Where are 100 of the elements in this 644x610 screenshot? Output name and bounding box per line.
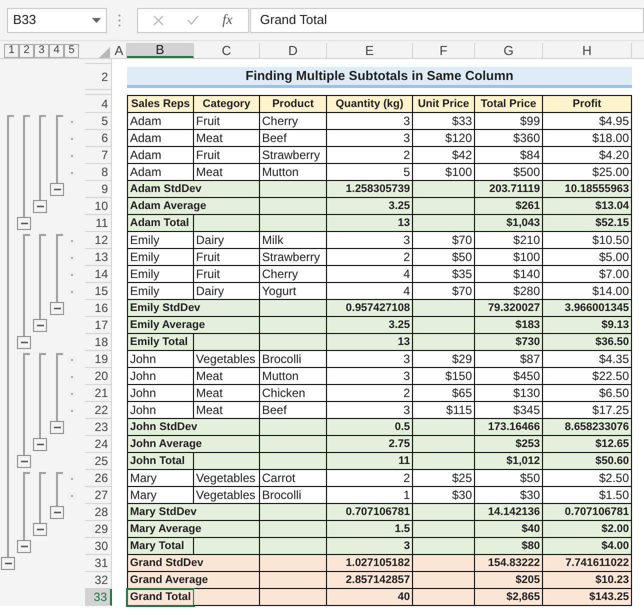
- table-cell: [260, 453, 327, 470]
- collapse-button[interactable]: [50, 302, 64, 315]
- row-header[interactable]: 22: [85, 402, 112, 419]
- table-cell: [260, 521, 327, 538]
- row-header[interactable]: 2: [85, 64, 112, 90]
- table-cell: Fruit: [194, 113, 260, 130]
- more-options-icon[interactable]: [118, 14, 121, 26]
- table-cell: [194, 589, 260, 606]
- table-cell: Meat: [194, 368, 260, 385]
- row-header[interactable]: 31: [85, 555, 112, 572]
- collapse-button[interactable]: [17, 540, 31, 553]
- row-header[interactable]: 23: [85, 419, 112, 436]
- column-header[interactable]: C: [194, 43, 260, 58]
- row-header[interactable]: 13: [85, 249, 112, 266]
- row-header[interactable]: 27: [85, 487, 112, 504]
- row-header[interactable]: 30: [85, 538, 112, 555]
- row-header[interactable]: 4: [85, 95, 112, 113]
- column-header[interactable]: H: [543, 43, 632, 58]
- table-cell: [194, 538, 260, 555]
- row-header[interactable]: 18: [85, 334, 112, 351]
- table-cell: $210: [475, 232, 543, 249]
- table-cell: Meat: [194, 402, 260, 419]
- row-header[interactable]: 33: [85, 589, 112, 606]
- outline-level-button[interactable]: 3: [34, 44, 49, 58]
- table-cell: 4: [327, 283, 413, 300]
- row-header[interactable]: 5: [85, 113, 112, 130]
- table-cell: John StdDev: [127, 419, 260, 436]
- row-header[interactable]: 14: [85, 266, 112, 283]
- table-cell: [413, 572, 475, 589]
- table-cell: 1: [327, 487, 413, 504]
- row-header[interactable]: 11: [85, 215, 112, 232]
- table-cell: Mutton: [260, 368, 327, 385]
- name-box[interactable]: B33: [7, 8, 107, 32]
- table-cell: Strawberry: [260, 249, 327, 266]
- collapse-button[interactable]: [17, 336, 31, 349]
- table-cell: Mary Average: [127, 521, 260, 538]
- row-header[interactable]: 17: [85, 317, 112, 334]
- table-cell: Sales Reps: [127, 95, 194, 113]
- column-header[interactable]: F: [413, 43, 475, 58]
- collapse-button[interactable]: [17, 217, 31, 230]
- table-cell: [413, 555, 475, 572]
- table-cell: 8.658233076: [543, 419, 632, 436]
- table-cell: 3: [327, 130, 413, 147]
- row-header[interactable]: 15: [85, 283, 112, 300]
- row-header[interactable]: 24: [85, 436, 112, 453]
- formula-bar[interactable]: Grand Total: [250, 8, 644, 32]
- table-cell: $730: [475, 334, 543, 351]
- table-cell: $500: [475, 164, 543, 181]
- table-cell: 3.25: [327, 198, 413, 215]
- column-header[interactable]: G: [475, 43, 543, 58]
- outline-level-button[interactable]: 2: [19, 44, 34, 58]
- outline-bracket: [39, 472, 46, 523]
- table-cell: [413, 521, 475, 538]
- table-cell: Mary: [127, 470, 194, 487]
- row-header[interactable]: 9: [85, 181, 112, 198]
- row-header[interactable]: 29: [85, 521, 112, 538]
- collapse-button[interactable]: [50, 183, 64, 196]
- collapse-button[interactable]: [50, 506, 64, 519]
- table-cell: 3.25: [327, 317, 413, 334]
- collapse-button[interactable]: [33, 319, 47, 332]
- table-cell: $50: [475, 470, 543, 487]
- row-header[interactable]: 19: [85, 351, 112, 368]
- collapse-button[interactable]: [1, 557, 15, 570]
- row-header[interactable]: 21: [85, 385, 112, 402]
- row-header[interactable]: 6: [85, 130, 112, 147]
- row-header[interactable]: 12: [85, 232, 112, 249]
- table-cell: Emily Average: [127, 317, 260, 334]
- table-cell: 173.16466: [475, 419, 543, 436]
- column-header[interactable]: E: [327, 43, 413, 58]
- table-cell: Unit Price: [413, 95, 475, 113]
- collapse-button[interactable]: [17, 455, 31, 468]
- collapse-button[interactable]: [33, 438, 47, 451]
- check-icon[interactable]: [187, 15, 200, 25]
- table-cell: Fruit: [194, 249, 260, 266]
- row-header[interactable]: 16: [85, 300, 112, 317]
- row-header[interactable]: 32: [85, 572, 112, 589]
- table-cell: [413, 334, 475, 351]
- table-cell: Adam Average: [127, 198, 260, 215]
- table-cell: $14.00: [543, 283, 632, 300]
- collapse-button[interactable]: [33, 523, 47, 536]
- row-header[interactable]: 10: [85, 198, 112, 215]
- row-header[interactable]: 26: [85, 470, 112, 487]
- row-header[interactable]: 28: [85, 504, 112, 521]
- collapse-button[interactable]: [33, 200, 47, 213]
- insert-function-button[interactable]: fx: [222, 10, 232, 30]
- outline-level-button[interactable]: 5: [64, 44, 79, 58]
- table-cell: Cherry: [260, 113, 327, 130]
- outline-level-button[interactable]: 1: [4, 44, 19, 58]
- row-header[interactable]: 25: [85, 453, 112, 470]
- table-cell: 3: [327, 351, 413, 368]
- table-cell: $4.00: [543, 538, 632, 555]
- row-header[interactable]: 8: [85, 164, 112, 181]
- table-cell: Vegetables: [194, 487, 260, 504]
- table-cell: Vegetables: [194, 470, 260, 487]
- outline-level-button[interactable]: 4: [49, 44, 64, 58]
- collapse-button[interactable]: [50, 421, 64, 434]
- row-header[interactable]: 7: [85, 147, 112, 164]
- row-header[interactable]: 20: [85, 368, 112, 385]
- column-header[interactable]: B: [127, 43, 194, 58]
- column-header[interactable]: D: [260, 43, 327, 58]
